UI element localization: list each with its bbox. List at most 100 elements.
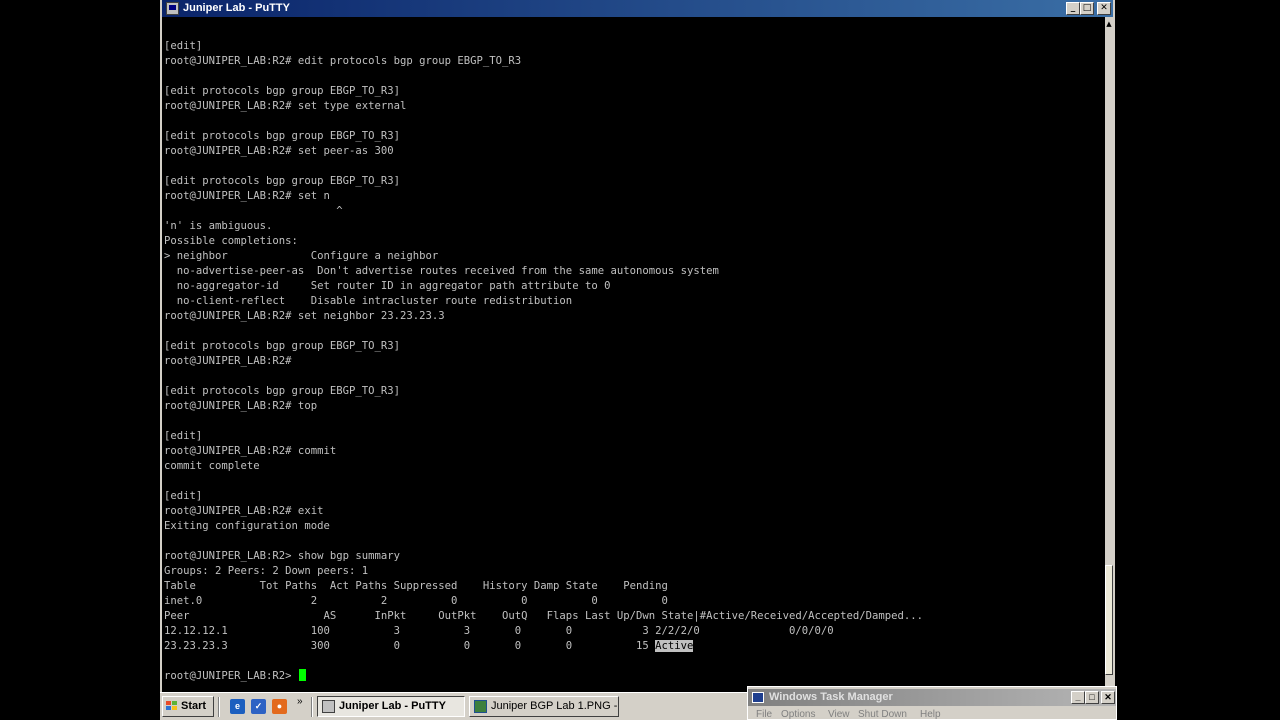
task-manager-menu-item[interactable]: Help [920, 708, 941, 719]
desktop: Juniper Lab - PuTTY _ □ ✕ [edit] root@JUN… [0, 0, 1280, 720]
terminal-line: [edit] [164, 429, 1104, 444]
terminal-line: [edit protocols bgp group EBGP_TO_R3] [164, 174, 1104, 189]
terminal-line: 23.23.23.3 300 0 0 0 0 15 Active [164, 639, 1104, 654]
task-manager-maximize-button[interactable]: □ [1085, 691, 1099, 704]
task-button[interactable]: Juniper Lab - PuTTY [317, 696, 465, 717]
task-manager-window[interactable]: Windows Task Manager _ □ ✕ File Options Vi… [747, 686, 1117, 720]
terminal-line: no-advertise-peer-as Don't advertise rou… [164, 264, 1104, 279]
terminal-line-text: [edit] [164, 490, 203, 502]
terminal-line-text: no-client-reflect Disable intracluster r… [164, 295, 573, 307]
terminal-line-text: Exiting configuration mode [164, 520, 330, 532]
task-button[interactable]: Juniper BGP Lab 1.PNG - ... [469, 696, 619, 717]
terminal-line: root@JUNIPER_LAB:R2# set neighbor 23.23.… [164, 309, 1104, 324]
task-manager-title-bar[interactable]: Windows Task Manager _ □ ✕ [748, 689, 1116, 706]
terminal-line: > neighbor Configure a neighbor [164, 249, 1104, 264]
terminal-line-text: root@JUNIPER_LAB:R2# set peer-as 300 [164, 145, 394, 157]
close-button[interactable]: ✕ [1097, 2, 1111, 15]
putty-window[interactable]: Juniper Lab - PuTTY _ □ ✕ [edit] root@JUN… [160, 0, 1115, 692]
terminal-line: root@JUNIPER_LAB:R2# [164, 354, 1104, 369]
image-viewer-icon [474, 700, 487, 713]
task-manager-menu-item[interactable]: File [756, 708, 772, 719]
taskbar-separator [218, 697, 220, 717]
start-label: Start [181, 700, 207, 712]
taskbar-separator [311, 697, 313, 717]
terminal-line: Groups: 2 Peers: 2 Down peers: 1 [164, 564, 1104, 579]
terminal-line-text: ^ [164, 205, 343, 217]
terminal-line: inet.0 2 2 0 0 0 0 [164, 594, 1104, 609]
task-manager-menu-item[interactable]: Options [781, 708, 815, 719]
terminal-line-text: [edit] [164, 430, 203, 442]
terminal-line-text: Peer AS InPkt OutPkt OutQ Flaps Last Up/… [164, 610, 923, 622]
highlighted-state: Active [655, 640, 694, 652]
terminal-line-text: root@JUNIPER_LAB:R2# exit [164, 505, 324, 517]
terminal-line: [edit protocols bgp group EBGP_TO_R3] [164, 384, 1104, 399]
outlook-icon[interactable]: ✓ [251, 699, 266, 714]
terminal-line: Peer AS InPkt OutPkt OutQ Flaps Last Up/… [164, 609, 1104, 624]
terminal-line-text: [edit protocols bgp group EBGP_TO_R3] [164, 85, 400, 97]
task-manager-menu-item[interactable]: View [828, 708, 850, 719]
terminal-line-text: root@JUNIPER_LAB:R2# set n [164, 190, 330, 202]
terminal-line: commit complete [164, 459, 1104, 474]
terminal-line: Exiting configuration mode [164, 519, 1104, 534]
task-manager-menu-bar: File Options View Shut Down Help [748, 708, 1116, 719]
terminal-line: [edit protocols bgp group EBGP_TO_R3] [164, 339, 1104, 354]
terminal-line-text: commit complete [164, 460, 260, 472]
start-button[interactable]: Start [162, 696, 214, 717]
terminal-line-text: root@JUNIPER_LAB:R2# top [164, 400, 318, 412]
terminal-line: root@JUNIPER_LAB:R2> show bgp summary [164, 549, 1104, 564]
terminal-line-text: [edit protocols bgp group EBGP_TO_R3] [164, 130, 400, 142]
terminal-line: ^ [164, 204, 1104, 219]
task-manager-menu-item[interactable]: Shut Down [858, 708, 907, 719]
terminal-prompt-line[interactable]: root@JUNIPER_LAB:R2> [164, 669, 1104, 684]
terminal-line-text: no-advertise-peer-as Don't advertise rou… [164, 265, 719, 277]
scrollbar-thumb[interactable] [1105, 565, 1113, 675]
window-title: Juniper Lab - PuTTY [183, 2, 290, 14]
terminal-line-text: [edit protocols bgp group EBGP_TO_R3] [164, 385, 400, 397]
terminal-line-text: Possible completions: [164, 235, 298, 247]
terminal-line: no-aggregator-id Set router ID in aggreg… [164, 279, 1104, 294]
terminal-output[interactable]: [edit] root@JUNIPER_LAB:R2# edit protocol… [164, 39, 1104, 689]
task-button-label: Juniper BGP Lab 1.PNG - ... [491, 700, 619, 712]
windows-logo-icon [166, 701, 178, 712]
terminal-line-text: root@JUNIPER_LAB:R2# set type external [164, 100, 407, 112]
terminal-line: root@JUNIPER_LAB:R2# edit protocols bgp … [164, 54, 1104, 69]
terminal-cursor [298, 669, 306, 681]
terminal-line-text: root@JUNIPER_LAB:R2# [164, 355, 292, 367]
terminal-line-text: [edit] [164, 40, 203, 52]
terminal-line: [edit] [164, 39, 1104, 54]
task-manager-title: Windows Task Manager [769, 691, 893, 703]
task-manager-minimize-button[interactable]: _ [1071, 691, 1085, 704]
terminal-line: [edit protocols bgp group EBGP_TO_R3] [164, 129, 1104, 144]
terminal-line-text: Table Tot Paths Act Paths Suppressed His… [164, 580, 668, 592]
terminal-line-text: [edit protocols bgp group EBGP_TO_R3] [164, 340, 400, 352]
terminal-line: [edit protocols bgp group EBGP_TO_R3] [164, 84, 1104, 99]
quick-launch-chevron-icon[interactable]: » [297, 696, 303, 707]
scroll-up-arrow-icon[interactable]: ▲ [1105, 17, 1113, 31]
title-bar[interactable]: Juniper Lab - PuTTY _ □ ✕ [162, 0, 1113, 17]
terminal-line: Table Tot Paths Act Paths Suppressed His… [164, 579, 1104, 594]
terminal-line-text: no-aggregator-id Set router ID in aggreg… [164, 280, 611, 292]
terminal-line-text: root@JUNIPER_LAB:R2# edit protocols bgp … [164, 55, 522, 67]
terminal-line: root@JUNIPER_LAB:R2# set type external [164, 99, 1104, 114]
minimize-button[interactable]: _ [1066, 2, 1080, 15]
terminal-line: [edit] [164, 489, 1104, 504]
terminal-line-text: 12.12.12.1 100 3 3 0 0 3 2/2/2/0 0/0/0/0 [164, 625, 834, 637]
terminal-line-text: 23.23.23.3 300 0 0 0 0 15 [164, 640, 656, 652]
terminal-line-text: Groups: 2 Peers: 2 Down peers: 1 [164, 565, 369, 577]
firefox-icon[interactable]: ● [272, 699, 287, 714]
ie-icon[interactable]: e [230, 699, 245, 714]
maximize-button[interactable]: □ [1080, 2, 1094, 15]
terminal-line-text: root@JUNIPER_LAB:R2# commit [164, 445, 337, 457]
terminal-line-text: > neighbor Configure a neighbor [164, 250, 439, 262]
task-manager-close-button[interactable]: ✕ [1101, 691, 1115, 704]
terminal-line: root@JUNIPER_LAB:R2# exit [164, 504, 1104, 519]
putty-icon [322, 700, 335, 713]
terminal-line: root@JUNIPER_LAB:R2# top [164, 399, 1104, 414]
